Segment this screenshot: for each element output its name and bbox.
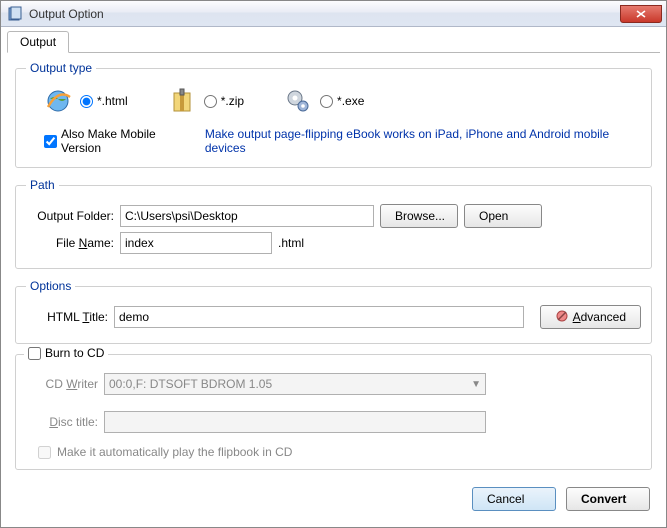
radio-zip-input[interactable]: [204, 95, 217, 108]
mobile-hint: Make output page-flipping eBook works on…: [205, 127, 641, 155]
close-button[interactable]: [620, 5, 662, 23]
label-html-title: HTML Title:: [26, 310, 108, 324]
browse-button[interactable]: Browse...: [380, 204, 458, 228]
label-cd-writer: CD Writer: [26, 377, 98, 391]
burn-legend: Burn to CD: [24, 346, 108, 360]
input-output-folder[interactable]: [120, 205, 374, 227]
output-type-row: *.html *.zip: [26, 83, 641, 125]
zip-icon: [168, 87, 196, 115]
group-output-type: Output type *.html: [15, 61, 652, 168]
input-file-name[interactable]: [120, 232, 272, 254]
convert-button[interactable]: Convert: [566, 487, 650, 511]
label-output-folder: Output Folder:: [26, 209, 114, 223]
window: Output Option Output Output type: [0, 0, 667, 528]
radio-html-input[interactable]: [80, 95, 93, 108]
mobile-checkbox[interactable]: Also Make Mobile Version: [44, 127, 195, 155]
output-type-exe: *.exe: [284, 87, 364, 115]
tab-output[interactable]: Output: [7, 31, 69, 53]
extension-label: .html: [278, 236, 304, 250]
radio-exe-label: *.exe: [337, 94, 364, 108]
globe-icon: [44, 87, 72, 115]
label-file-name: File Name:: [26, 236, 114, 250]
mobile-row: Also Make Mobile Version Make output pag…: [26, 125, 641, 157]
radio-exe-input[interactable]: [320, 95, 333, 108]
mobile-checkbox-input[interactable]: [44, 135, 57, 148]
tab-content: Output type *.html: [7, 53, 660, 479]
window-title: Output Option: [29, 7, 620, 21]
row-disc-title: Disc title:: [26, 411, 641, 433]
row-auto-play: Make it automatically play the flipbook …: [38, 445, 641, 459]
titlebar: Output Option: [1, 1, 666, 27]
row-cd-writer: CD Writer 00:0,F: DTSOFT BDROM 1.05 ▼: [26, 373, 641, 395]
group-burn: Burn to CD CD Writer 00:0,F: DTSOFT BDRO…: [15, 354, 652, 470]
autoplay-checkbox-input: [38, 446, 51, 459]
open-button[interactable]: Open: [464, 204, 542, 228]
output-type-html: *.html: [44, 87, 128, 115]
select-cd-writer-value: 00:0,F: DTSOFT BDROM 1.05: [109, 377, 272, 391]
label-disc-title: Disc title:: [26, 415, 98, 429]
group-options: Options HTML Title: Advanced: [15, 279, 652, 344]
legend-path: Path: [26, 178, 59, 192]
radio-html[interactable]: *.html: [80, 94, 128, 108]
tabstrip: Output: [7, 31, 660, 53]
mobile-checkbox-label: Also Make Mobile Version: [61, 127, 195, 155]
chevron-down-icon: ▼: [471, 379, 481, 390]
client-area: Output Output type *.html: [1, 27, 666, 527]
radio-zip-label: *.zip: [221, 94, 244, 108]
input-html-title[interactable]: [114, 306, 524, 328]
gear-icon: [284, 87, 312, 115]
advanced-button[interactable]: Advanced: [540, 305, 641, 329]
cancel-button[interactable]: Cancel: [472, 487, 556, 511]
radio-html-label: *.html: [97, 94, 128, 108]
autoplay-label: Make it automatically play the flipbook …: [57, 445, 292, 459]
row-file-name: File Name: .html: [26, 232, 641, 254]
wand-icon: [555, 309, 569, 326]
radio-exe[interactable]: *.exe: [320, 94, 364, 108]
legend-options: Options: [26, 279, 75, 293]
app-icon: [7, 6, 23, 22]
row-output-folder: Output Folder: Browse... Open: [26, 204, 641, 228]
output-type-zip: *.zip: [168, 87, 244, 115]
group-path: Path Output Folder: Browse... Open File …: [15, 178, 652, 269]
row-html-title: HTML Title: Advanced: [26, 305, 641, 329]
select-cd-writer[interactable]: 00:0,F: DTSOFT BDROM 1.05 ▼: [104, 373, 486, 395]
burn-checkbox-label: Burn to CD: [45, 346, 104, 360]
legend-output-type: Output type: [26, 61, 96, 75]
radio-zip[interactable]: *.zip: [204, 94, 244, 108]
burn-checkbox[interactable]: Burn to CD: [28, 346, 104, 360]
footer: Cancel Convert: [7, 479, 660, 521]
burn-checkbox-input[interactable]: [28, 347, 41, 360]
input-disc-title: [104, 411, 486, 433]
